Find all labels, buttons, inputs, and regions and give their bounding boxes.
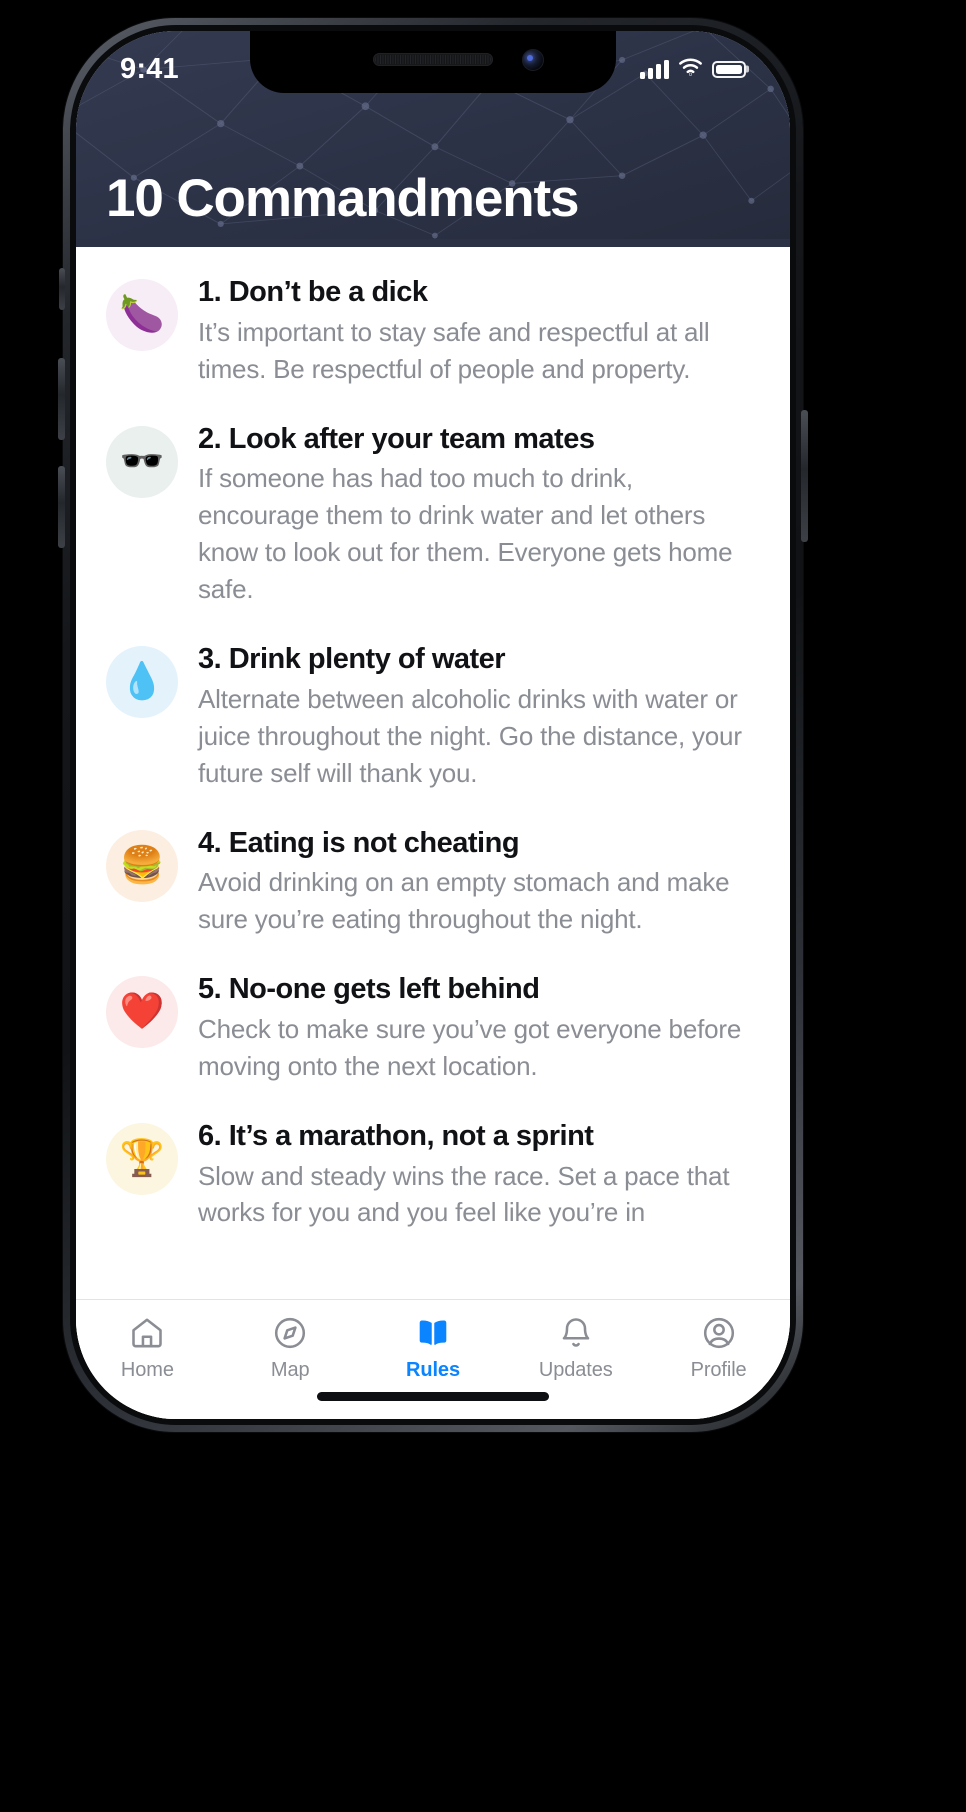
compass-icon (271, 1314, 309, 1352)
tab-label: Updates (538, 1359, 613, 1381)
rule-title: 2. Look after your team mates (198, 422, 595, 455)
rule-title: 1. Don’t be a dick (198, 276, 428, 308)
red-heart-emoji: ❤️ (106, 976, 178, 1049)
device-notch (250, 31, 616, 93)
rule-item[interactable]: ❤️ 5. No-one gets left behind Check to m… (76, 972, 790, 1085)
rule-description: It’s important to stay safe and respectf… (198, 316, 710, 384)
eggplant-emoji: 🍆 (106, 279, 178, 351)
screenshot-canvas: 10 Commandments 🍆 1. Don’t be a dick It’… (0, 0, 966, 1812)
tab-label: Rules (406, 1359, 460, 1381)
person-circle-icon (700, 1314, 738, 1352)
rule-title: 4. Eating is not cheating (198, 826, 520, 859)
hamburger-emoji: 🍔 (106, 829, 178, 902)
home-indicator[interactable] (317, 1392, 549, 1401)
rule-text-block: 3. Drink plenty of water Alternate betwe… (198, 642, 756, 792)
rule-item[interactable]: 🍔 4. Eating is not cheating Avoid drinki… (76, 826, 790, 939)
bell-icon (557, 1314, 595, 1352)
iphone-device-frame: 10 Commandments 🍆 1. Don’t be a dick It’… (58, 18, 808, 1432)
rule-description: If someone has had too much to drink, en… (198, 463, 733, 605)
trophy-emoji: 🏆 (106, 1122, 178, 1195)
earpiece-speaker (373, 53, 493, 66)
volume-down-button[interactable] (58, 466, 65, 548)
rule-title: 3. Drink plenty of water (198, 643, 506, 676)
rule-title: 6. It’s a marathon, not a sprint (198, 1119, 594, 1152)
silent-switch[interactable] (59, 268, 65, 310)
tab-updates[interactable]: Updates (504, 1314, 647, 1382)
tab-home[interactable]: Home (76, 1314, 219, 1382)
power-button[interactable] (801, 410, 808, 542)
tab-profile[interactable]: Profile (647, 1314, 790, 1382)
tab-label: Home (120, 1359, 174, 1381)
rule-item[interactable]: 🍆 1. Don’t be a dick It’s important to s… (76, 275, 790, 388)
house-icon (128, 1314, 166, 1352)
droplet-emoji: 💧 (106, 646, 178, 719)
rule-title: 5. No-one gets left behind (198, 973, 540, 1006)
tab-label: Profile (690, 1359, 747, 1381)
rule-description: Slow and steady wins the race. Set a pac… (198, 1160, 730, 1228)
rule-item[interactable]: 🕶️ 2. Look after your team mates If some… (76, 422, 790, 608)
tab-rules[interactable]: Rules (362, 1314, 505, 1382)
app-root: 10 Commandments 🍆 1. Don’t be a dick It’… (76, 31, 790, 1419)
front-camera-icon (522, 49, 544, 71)
rule-text-block: 5. No-one gets left behind Check to make… (198, 972, 756, 1085)
rule-item[interactable]: 🏆 6. It’s a marathon, not a sprint Slow … (76, 1119, 790, 1232)
rule-description: Avoid drinking on an empty stomach and m… (198, 867, 730, 935)
device-bezel: 10 Commandments 🍆 1. Don’t be a dick It’… (70, 25, 796, 1425)
page-title: 10 Commandments (106, 169, 580, 228)
sunglasses-emoji: 🕶️ (106, 425, 178, 498)
phone-screen: 10 Commandments 🍆 1. Don’t be a dick It’… (76, 31, 790, 1419)
rule-text-block: 4. Eating is not cheating Avoid drinking… (198, 826, 756, 939)
rule-text-block: 6. It’s a marathon, not a sprint Slow an… (198, 1119, 756, 1232)
tab-label: Map (270, 1359, 310, 1381)
rule-description: Check to make sure you’ve got everyone b… (198, 1013, 742, 1081)
rule-item[interactable]: 💧 3. Drink plenty of water Alternate bet… (76, 642, 790, 792)
tab-map[interactable]: Map (219, 1314, 362, 1382)
open-book-icon (414, 1314, 452, 1352)
volume-up-button[interactable] (58, 358, 65, 440)
bottom-tab-bar: Home Map Rules Updates Profile (76, 1299, 790, 1419)
rule-text-block: 2. Look after your team mates If someone… (198, 422, 756, 608)
rule-text-block: 1. Don’t be a dick It’s important to sta… (198, 275, 756, 388)
rules-list[interactable]: 🍆 1. Don’t be a dick It’s important to s… (76, 247, 790, 1299)
rule-description: Alternate between alcoholic drinks with … (198, 683, 742, 788)
